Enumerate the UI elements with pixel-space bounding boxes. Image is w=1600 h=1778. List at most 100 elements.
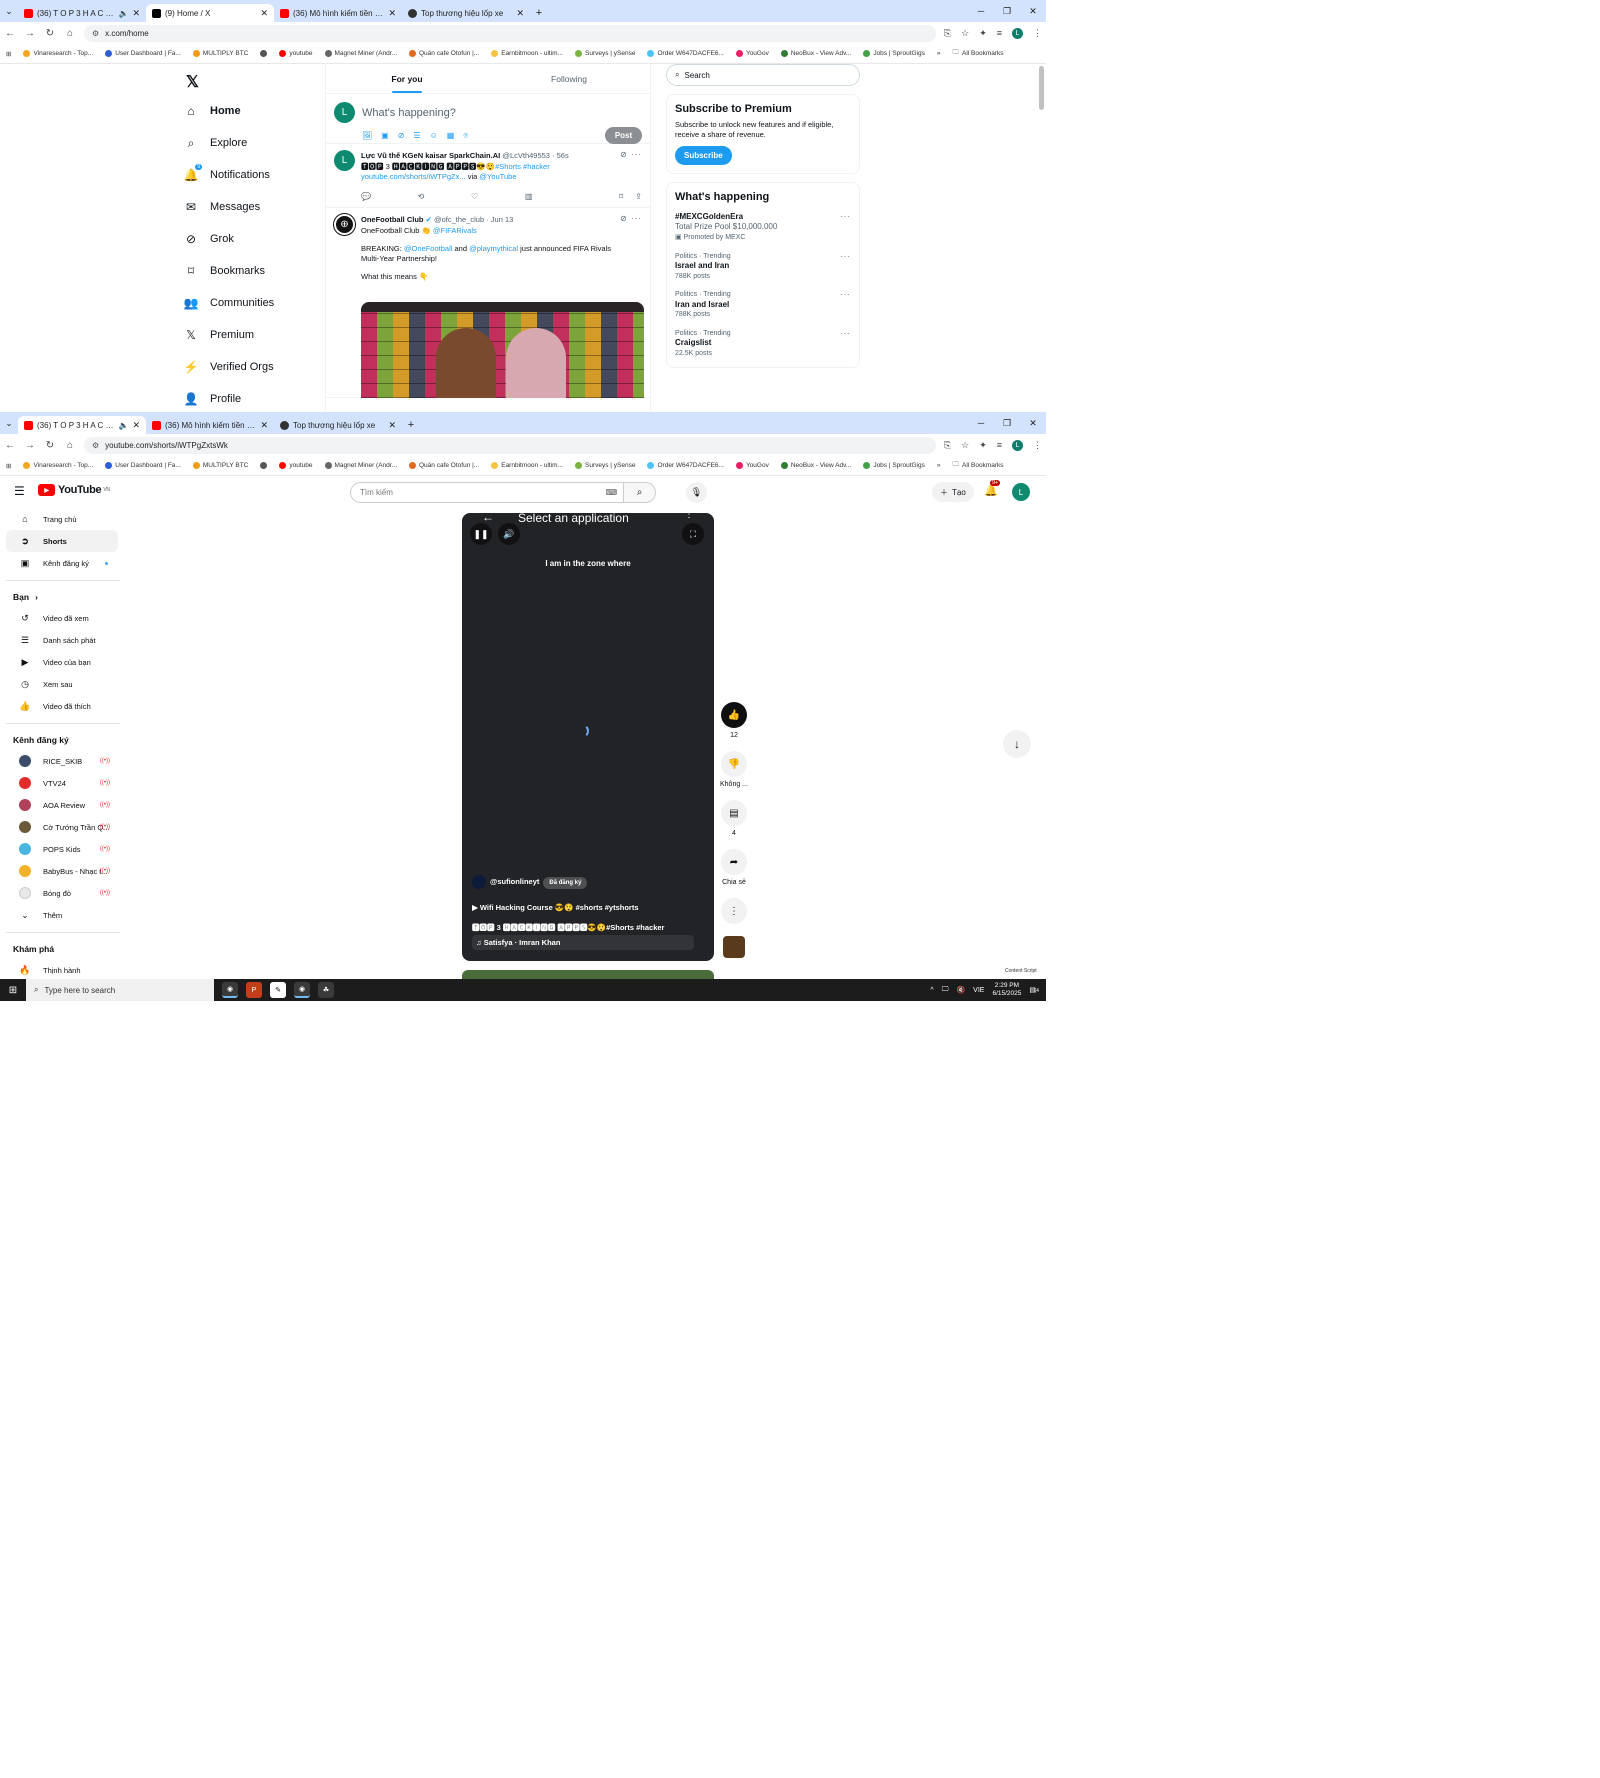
extensions-icon[interactable]: ✦ [979,28,987,39]
mention-link[interactable]: @FIFARivals [433,226,477,235]
bookmark[interactable]: Magnet Miner (Andr... [324,50,397,57]
sidebar-item-home[interactable]: ⌂ Trang chủ [6,508,118,530]
comments-button[interactable]: ▤ [721,800,747,826]
pause-icon[interactable]: ❚❚ [470,523,492,545]
more-icon[interactable]: ··· [631,214,642,223]
site-info-icon[interactable]: ⚙ [92,441,99,450]
back-arrow-icon[interactable]: ← [482,513,494,524]
browser-tab[interactable]: (36) Mô hình kiếm tiền online✕ [274,4,402,22]
avatar[interactable]: L [334,102,355,123]
reload-icon[interactable]: ↻ [44,28,56,39]
next-video-preview[interactable] [462,970,714,979]
bookmark[interactable]: youtube [279,462,313,469]
image-icon[interactable]: 🖼 [362,131,372,141]
all-bookmarks[interactable]: 🗀 All Bookmarks [952,460,1003,471]
more-icon[interactable]: ··· [840,329,851,340]
close-window-icon[interactable]: ✕ [1020,6,1046,17]
keyboard-icon[interactable]: ⌨ [605,488,617,497]
apps-icon[interactable]: ⊞ [6,50,11,58]
sidebar-item-history[interactable]: ↺ Video đã xem [6,607,118,629]
poll-icon[interactable]: ☰ [413,131,420,141]
browser-tab[interactable]: (36) Mô hình kiếm tiền online✕ [146,416,274,434]
bookmark[interactable]: Earnbitmoon - ultim... [491,462,563,469]
menu-icon[interactable]: ⋮ [1033,28,1042,39]
bell-icon[interactable]: 🔔 9+ [984,480,1001,497]
fullscreen-icon[interactable]: ⛶ [682,523,704,545]
trend-item[interactable]: #MEXCGoldenEra Total Prize Pool $10,000,0… [675,212,851,243]
close-tab-icon[interactable]: ✕ [260,420,268,431]
like-button[interactable]: 👍 [721,702,747,728]
bookmark[interactable]: Order W647DACFE6... [647,50,724,57]
subscribed-button[interactable]: Đã đăng ký [543,876,588,889]
more-icon[interactable]: ⋮ [684,513,694,520]
address-bar[interactable]: ⚙ youtube.com/shorts/iWTPgZxtsWk [84,436,936,454]
bookmark-icon[interactable]: ⌑ [619,192,623,201]
browser-tab[interactable]: (36) T O P 3 H A C K I N🔈✕ [18,4,146,22]
more-icon[interactable]: ··· [840,252,851,263]
tab-for-you[interactable]: For you [326,64,488,93]
sidebar-channel[interactable]: VTV24 ((•)) [6,772,118,794]
sidebar-channel[interactable]: AOA Review ((•)) [6,794,118,816]
mention-link[interactable]: @YouTube [479,172,516,181]
sidebar-item-shorts[interactable]: ➲ Shorts [6,530,118,552]
channel-name[interactable]: @sufionlineyt [490,877,539,886]
browser-tab[interactable]: Top thương hiệu lốp xe ✕ [274,416,402,434]
speaker-icon[interactable]: 🔈 [118,9,128,18]
speaker-icon[interactable]: 🔈 [118,421,128,430]
close-window-icon[interactable]: ✕ [1020,418,1046,429]
sidebar-section-you[interactable]: Bạn › [0,587,126,607]
sidebar-item-your-videos[interactable]: ▶ Video của bạn [6,651,118,673]
nav-verified-orgs[interactable]: ⚡ Verified Orgs [184,360,274,374]
bookmark[interactable] [260,50,268,57]
nav-home[interactable]: ⌂ Home [184,104,240,118]
post-button[interactable]: Post [605,127,642,144]
close-tab-icon[interactable]: ✕ [388,8,396,19]
notification-center-icon[interactable]: ▤ 14 [1029,986,1039,994]
sidebar-channel[interactable]: POPS Kids ((•)) [6,838,118,860]
bookmark[interactable]: Surveys | ySense [575,462,635,469]
bookmark[interactable]: youtube [279,50,313,57]
restore-icon[interactable]: ❐ [994,418,1020,429]
profile-avatar[interactable]: L [1012,27,1023,39]
bookmark[interactable]: Magnet Miner (Andr... [324,462,397,469]
grok-icon[interactable]: ⊘ [620,214,628,223]
bookmark-star-icon[interactable]: ☆ [961,440,969,451]
bookmark[interactable]: User Dashboard | Fa... [105,50,181,57]
menu-icon[interactable]: ☰ [14,484,25,498]
tab-search-icon[interactable]: ⌄ [0,0,18,22]
minimize-icon[interactable]: ─ [968,418,994,428]
onefootball-logo-icon[interactable]: ⊕ [333,213,356,236]
reply-icon[interactable]: 💬 [361,192,371,201]
profile-avatar[interactable]: L [1012,439,1023,451]
share-icon[interactable]: ⇪ [635,192,642,201]
network-icon[interactable]: 🖵 [942,986,949,994]
like-icon[interactable]: ♡ [471,192,478,201]
tab-search-icon[interactable]: ⌄ [0,412,18,434]
forward-icon[interactable]: → [24,28,36,39]
site-info-icon[interactable]: ⚙ [92,29,99,38]
subscribe-button[interactable]: Subscribe [675,145,732,165]
restore-icon[interactable]: ❐ [994,6,1020,17]
bookmark[interactable]: YouGov [735,462,769,469]
bookmark[interactable]: YouGov [735,50,769,57]
volume-icon[interactable]: 🔊 [498,523,520,545]
nav-premium[interactable]: 𝕏 Premium [184,328,254,342]
bookmark[interactable]: Vinaresearch - Top... [23,462,93,469]
search-input[interactable]: Tìm kiếm ⌨ [350,482,624,503]
bookmark[interactable]: MULTIPLY BTC [192,50,248,57]
compose-input[interactable]: What's happening? [362,107,456,119]
new-tab-button[interactable]: + [530,4,548,22]
sidebar-item-watch-later[interactable]: ◷ Xem sau [6,673,118,695]
app-icon[interactable]: ☘ [318,982,334,998]
home-icon[interactable]: ⌂ [64,440,76,451]
tweet-author[interactable]: OneFootball Club [361,215,424,224]
bookmark[interactable]: Surveys | ySense [575,50,635,57]
tweet[interactable]: ⊕ OneFootball Club ✔ @ofc_the_club · Jun… [326,208,650,398]
tweet-image[interactable] [361,302,644,398]
sidebar-item-trending[interactable]: 🔥 Thịnh hành [6,959,118,979]
powerpoint-icon[interactable]: P [246,982,262,998]
grok-icon[interactable]: ⊘ [620,150,628,159]
close-tab-icon[interactable]: ✕ [388,420,396,431]
tweet-link[interactable]: youtube.com/shorts/iWTPgZx... [361,172,466,181]
more-icon[interactable]: ··· [840,212,851,223]
